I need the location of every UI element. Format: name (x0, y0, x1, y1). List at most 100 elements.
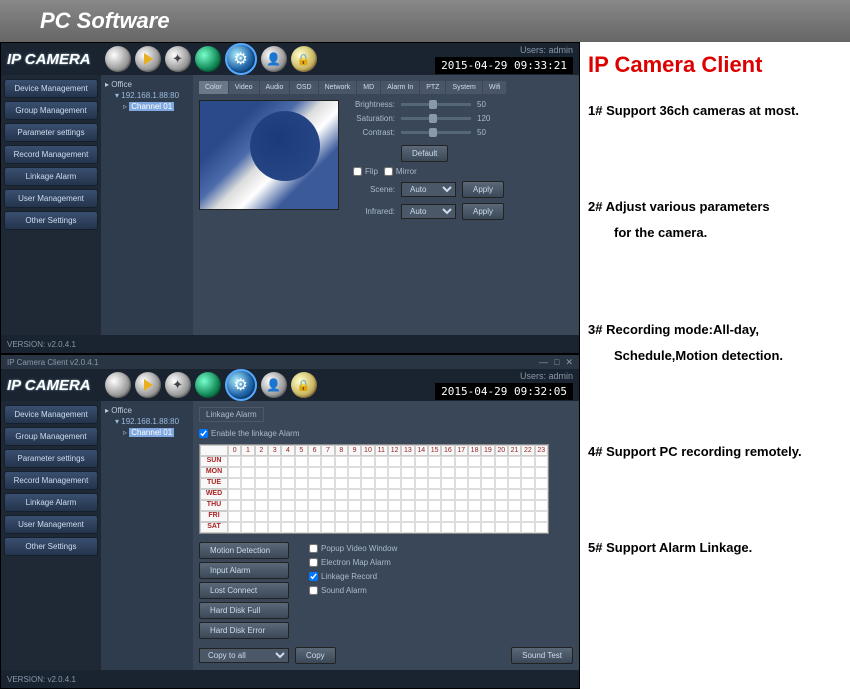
user-icon[interactable] (261, 46, 287, 72)
apply-infrared-button[interactable]: Apply (462, 203, 504, 220)
tree-ip[interactable]: ▾ 192.168.1.88:80 (105, 90, 189, 101)
app-footer: VERSION: v2.0.4.1 (1, 335, 579, 353)
sidebar-item-parameter[interactable]: Parameter settings (4, 449, 98, 468)
flip-checkbox[interactable]: Flip (353, 167, 378, 176)
ptz-icon[interactable] (165, 46, 191, 72)
settings-tabs: Color Video Audio OSD Network MD Alarm I… (199, 81, 573, 94)
users-label: Users: admin (435, 45, 573, 55)
saturation-slider[interactable] (401, 117, 471, 120)
lost-connect-button[interactable]: Lost Connect (199, 582, 289, 599)
schedule-grid[interactable]: 01234567891011121314151617181920212223 S… (199, 444, 549, 534)
sidebar: Device Management Group Management Param… (1, 75, 101, 335)
sidebar-item-user[interactable]: User Management (4, 515, 98, 534)
contrast-slider[interactable] (401, 131, 471, 134)
version-label-2: VERSION: v2.0.4.1 (7, 675, 76, 684)
lock-icon[interactable] (291, 372, 317, 398)
user-icon[interactable] (261, 372, 287, 398)
tab-color[interactable]: Color (199, 81, 228, 94)
play-icon[interactable] (135, 46, 161, 72)
default-button[interactable]: Default (401, 145, 448, 162)
tab-video[interactable]: Video (229, 81, 259, 94)
contrast-value: 50 (477, 128, 497, 137)
app-header: IP CAMERA Users: admin 2015-04-29 09:33:… (1, 43, 579, 75)
brightness-label: Brightness: (353, 100, 395, 109)
tab-audio[interactable]: Audio (260, 81, 290, 94)
sidebar-item-user[interactable]: User Management (4, 189, 98, 208)
minimize-icon[interactable]: — (539, 357, 548, 368)
tab-ptz[interactable]: PTZ (420, 81, 445, 94)
tree-channel[interactable]: ▹ Channel 01 (105, 427, 189, 438)
sound-alarm-checkbox[interactable]: Sound Alarm (309, 586, 397, 595)
feature-5: 5# Support Alarm Linkage. (588, 539, 842, 557)
sidebar-item-other[interactable]: Other Settings (4, 537, 98, 556)
feature-3-sub: Schedule,Motion detection. (614, 347, 842, 365)
electron-map-checkbox[interactable]: Electron Map Alarm (309, 558, 397, 567)
camera-icon[interactable] (105, 372, 131, 398)
globe-icon[interactable] (195, 46, 221, 72)
maximize-icon[interactable]: □ (554, 357, 559, 368)
copy-to-select[interactable]: Copy to all (199, 648, 289, 663)
sidebar-item-device[interactable]: Device Management (4, 79, 98, 98)
sidebar-item-parameter[interactable]: Parameter settings (4, 123, 98, 142)
sidebar-item-record[interactable]: Record Management (4, 145, 98, 164)
tab-alarm[interactable]: Alarm In (381, 81, 419, 94)
sidebar-item-group[interactable]: Group Management (4, 427, 98, 446)
camera-icon[interactable] (105, 46, 131, 72)
tab-system[interactable]: System (446, 81, 481, 94)
linkage-record-checkbox[interactable]: Linkage Record (309, 572, 397, 581)
gear-icon[interactable] (225, 369, 257, 401)
app-logo: IP CAMERA (7, 51, 101, 68)
popup-video-checkbox[interactable]: Popup Video Window (309, 544, 397, 553)
sidebar-item-group[interactable]: Group Management (4, 101, 98, 120)
scene-select[interactable]: Auto (401, 182, 456, 197)
globe-icon[interactable] (195, 372, 221, 398)
tab-osd[interactable]: OSD (290, 81, 317, 94)
contrast-label: Contrast: (353, 128, 395, 137)
copy-button[interactable]: Copy (295, 647, 336, 664)
linkage-content: Linkage Alarm Enable the linkage Alarm 0… (193, 401, 579, 670)
sidebar-item-linkage[interactable]: Linkage Alarm (4, 493, 98, 512)
infrared-label: Infrared: (353, 207, 395, 216)
version-label: VERSION: v2.0.4.1 (7, 340, 76, 349)
feature-1: 1# Support 36ch cameras at most. (588, 102, 842, 120)
tree-root[interactable]: ▸ Office (105, 79, 189, 90)
infrared-select[interactable]: Auto (401, 204, 456, 219)
close-icon[interactable]: ✕ (565, 357, 573, 368)
apply-scene-button[interactable]: Apply (462, 181, 504, 198)
sidebar-item-other[interactable]: Other Settings (4, 211, 98, 230)
tree-channel[interactable]: ▹ Channel 01 (105, 101, 189, 112)
tab-wifi[interactable]: Wifi (483, 81, 507, 94)
device-tree-2: ▸ Office ▾ 192.168.1.88:80 ▹ Channel 01 (101, 401, 193, 670)
app-parameter-settings: IP CAMERA Users: admin 2015-04-29 09:33:… (0, 42, 580, 354)
gear-icon[interactable] (225, 43, 257, 75)
lock-icon[interactable] (291, 46, 317, 72)
window-title: IP Camera Client v2.0.4.1 (7, 358, 98, 367)
device-tree: ▸ Office ▾ 192.168.1.88:80 ▹ Channel 01 (101, 75, 193, 335)
brightness-slider[interactable] (401, 103, 471, 106)
input-alarm-button[interactable]: Input Alarm (199, 562, 289, 579)
sidebar-item-record[interactable]: Record Management (4, 471, 98, 490)
motion-detection-button[interactable]: Motion Detection (199, 542, 289, 559)
app-footer-2: VERSION: v2.0.4.1 (1, 670, 579, 688)
sidebar-item-linkage[interactable]: Linkage Alarm (4, 167, 98, 186)
ptz-icon[interactable] (165, 372, 191, 398)
mirror-checkbox[interactable]: Mirror (384, 167, 417, 176)
hard-disk-error-button[interactable]: Hard Disk Error (199, 622, 289, 639)
datetime: 2015-04-29 09:33:21 (435, 57, 573, 74)
app-header-2: IP CAMERA Users: admin 2015-04-29 09:32:… (1, 369, 579, 401)
datetime-2: 2015-04-29 09:32:05 (435, 383, 573, 400)
hard-disk-full-button[interactable]: Hard Disk Full (199, 602, 289, 619)
feature-2-sub: for the camera. (614, 224, 842, 242)
linkage-title: Linkage Alarm (199, 407, 264, 422)
right-info-column: IP Camera Client 1# Support 36ch cameras… (580, 42, 850, 689)
sound-test-button[interactable]: Sound Test (511, 647, 573, 664)
play-icon[interactable] (135, 372, 161, 398)
enable-linkage-checkbox[interactable]: Enable the linkage Alarm (199, 429, 573, 438)
sidebar-item-device[interactable]: Device Management (4, 405, 98, 424)
tree-root[interactable]: ▸ Office (105, 405, 189, 416)
top-banner: PC Software (0, 0, 850, 42)
tree-ip[interactable]: ▾ 192.168.1.88:80 (105, 416, 189, 427)
tab-network[interactable]: Network (319, 81, 357, 94)
tab-md[interactable]: MD (357, 81, 380, 94)
window-controls: — □ ✕ (539, 357, 573, 368)
